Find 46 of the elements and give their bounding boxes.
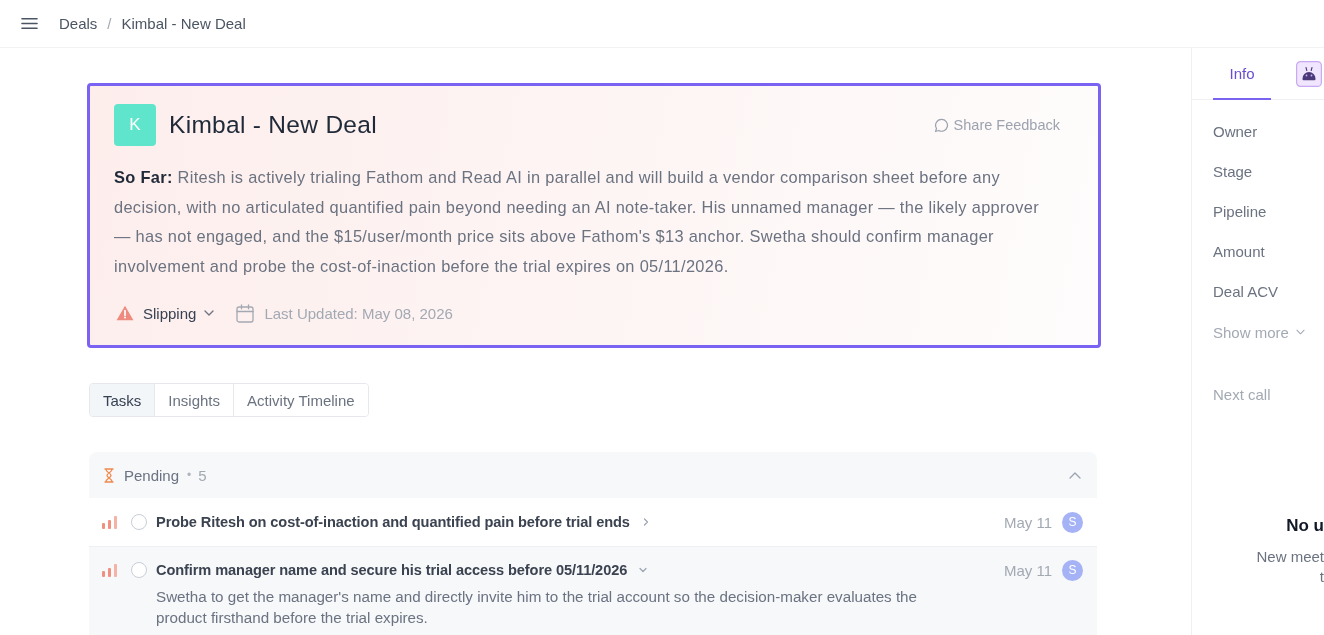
- field-label: Deal ACV: [1213, 282, 1280, 302]
- empty-state-text: New meet: [1256, 547, 1324, 567]
- task-row[interactable]: [89, 547, 1097, 635]
- breadcrumb-link[interactable]: Deals: [59, 15, 98, 32]
- task-title: Probe Ritesh on cost-of-inaction and quantified pain before trial ends: [156, 514, 630, 530]
- tab[interactable]: Tasks: [90, 384, 155, 416]
- deal-summary-text: So Far: Ritesh is actively trialing Fathom and Read AI in parallel and will build a vendor comparison sheet before any decision, with no articulated quantified pain beyond needing an AI note-taker. His unnamed manager — the likely approver — has not engaged, and the $15/user/month price sits above Fathom's $13 anchor. Swetha should confirm manager involvement and probe the cost-of-inaction before the trial expires on 05/11/2026.: [114, 167, 1040, 277]
- hourglass-icon: [104, 467, 114, 483]
- chat-bubble-icon: [933, 117, 949, 133]
- field-label: Amount: [1213, 242, 1266, 262]
- robot-icon[interactable]: [1296, 60, 1322, 87]
- chevron-right-icon[interactable]: [641, 518, 650, 526]
- task-checkbox[interactable]: [131, 514, 147, 530]
- chevron-down-icon: [1295, 329, 1305, 335]
- breadcrumb-separator: /: [107, 15, 112, 32]
- group-label: Pending: [124, 466, 180, 484]
- chevron-down-icon[interactable]: [639, 566, 648, 574]
- panel-tab[interactable]: Info: [1213, 48, 1271, 100]
- field-label: Owner: [1213, 122, 1259, 142]
- due-date: May 11: [1003, 561, 1052, 579]
- task-title: Confirm manager name and secure his trial access before 05/11/2026: [156, 562, 628, 578]
- breadcrumb-link[interactable]: Kimbal - New Deal: [121, 15, 246, 32]
- menu-icon[interactable]: [21, 17, 38, 30]
- warning-icon: [116, 305, 134, 321]
- deal-title: Kimbal - New Deal: [169, 111, 377, 139]
- assignee-avatar: S: [1062, 559, 1083, 581]
- assignee-avatar: S: [1062, 511, 1083, 533]
- calendar-icon: [236, 303, 255, 323]
- last-updated-text: Last Updated: May 08, 2026: [264, 304, 453, 322]
- tab[interactable]: Activity Timeline: [233, 384, 368, 416]
- chevron-down-icon: [204, 310, 215, 316]
- empty-state-text: t: [1319, 567, 1324, 587]
- deal-avatar: K: [114, 104, 156, 146]
- bullet-separator: •: [187, 468, 192, 482]
- status-dropdown[interactable]: Slipping: [116, 304, 215, 322]
- empty-state-title: No u: [1286, 515, 1324, 537]
- priority-bars-icon: [102, 515, 117, 529]
- task-checkbox[interactable]: [131, 562, 147, 578]
- field-label: Stage: [1213, 162, 1254, 182]
- task-count: 5: [198, 466, 207, 484]
- chevron-up-icon[interactable]: [1069, 471, 1081, 479]
- section-label: Next call: [1213, 385, 1272, 405]
- due-date: May 11: [1003, 513, 1052, 531]
- priority-bars-icon: [102, 563, 117, 577]
- field-label: Pipeline: [1213, 202, 1268, 222]
- task-description: Swetha to get the manager's name and directly invite him to the trial account so the decision-maker evaluates the product firsthand before the trial expires.: [156, 587, 918, 628]
